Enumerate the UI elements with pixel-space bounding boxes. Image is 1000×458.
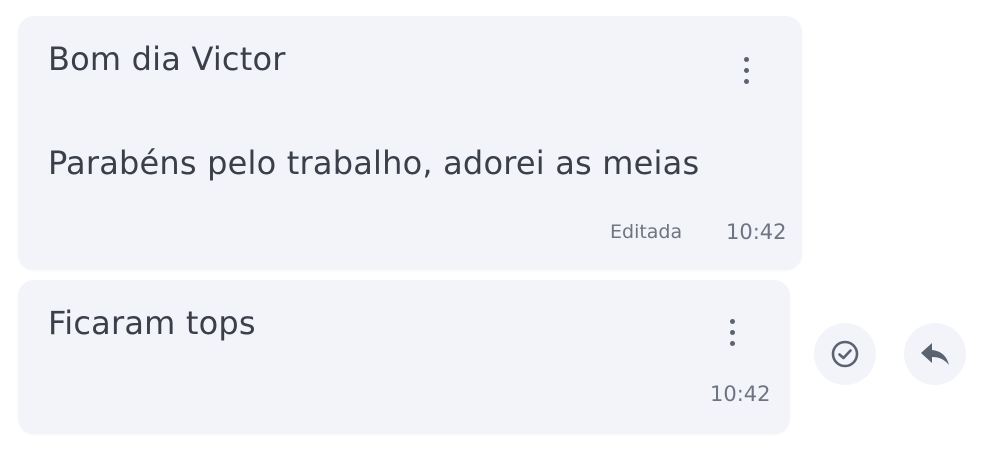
- mark-read-button[interactable]: [814, 323, 876, 385]
- chat-thread: Bom dia Victor Parabéns pelo trabalho, a…: [0, 0, 1000, 458]
- menu-dot: [729, 329, 735, 335]
- menu-dot: [743, 67, 749, 73]
- message-text-line: Ficaram tops: [48, 304, 256, 342]
- check-circle-icon: [831, 340, 859, 368]
- message-timestamp: 10:42: [726, 220, 787, 244]
- reply-button[interactable]: [904, 323, 966, 385]
- reply-icon: [921, 343, 949, 365]
- message-bubble[interactable]: Ficaram tops 10:42: [18, 280, 790, 434]
- menu-dot: [729, 340, 735, 346]
- menu-dot: [743, 56, 749, 62]
- more-vertical-icon[interactable]: [736, 50, 756, 90]
- edited-label: Editada: [610, 221, 683, 243]
- menu-dot: [743, 78, 749, 84]
- message-bubble[interactable]: Bom dia Victor Parabéns pelo trabalho, a…: [18, 16, 802, 270]
- message-timestamp: 10:42: [710, 382, 771, 406]
- message-text-line: Parabéns pelo trabalho, adorei as meias: [48, 144, 700, 182]
- message-text-line: Bom dia Victor: [48, 40, 286, 78]
- menu-dot: [729, 318, 735, 324]
- more-vertical-icon[interactable]: [722, 312, 742, 352]
